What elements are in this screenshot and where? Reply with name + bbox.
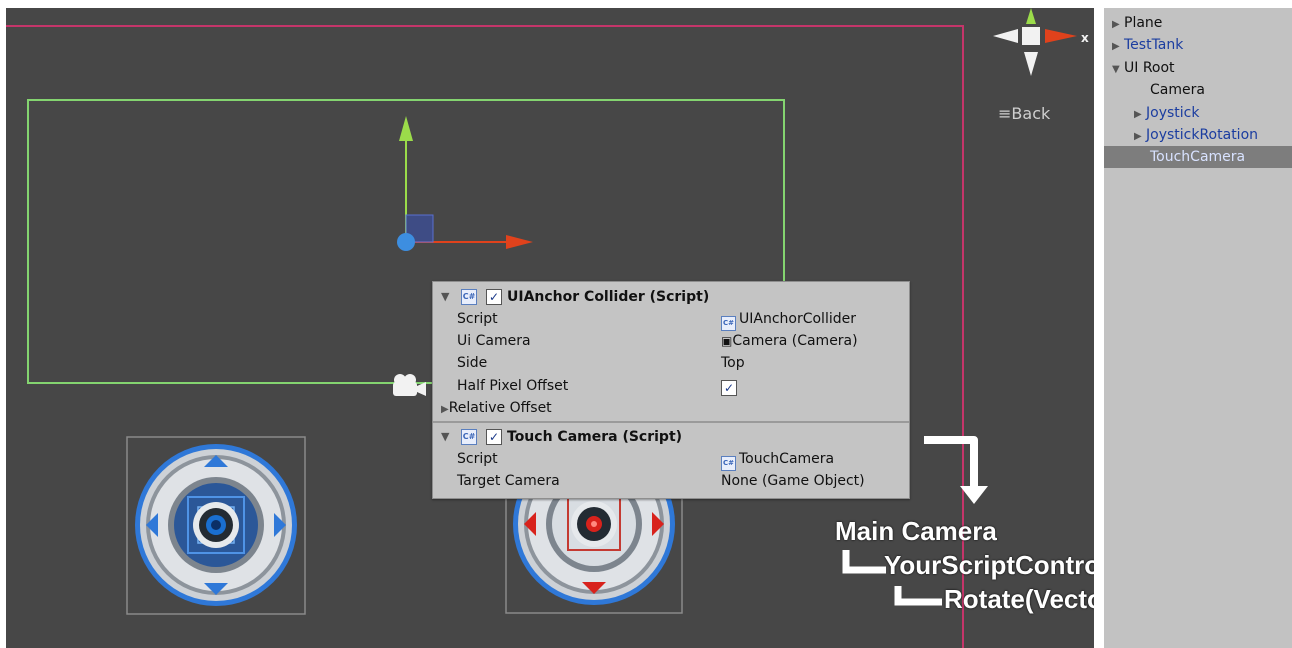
hierarchy-item-joystick[interactable]: ▶ Joystick xyxy=(1104,102,1292,124)
annotation-rotate-method: Rotate(Vector2 delta) xyxy=(944,584,1094,614)
pivot-point[interactable] xyxy=(397,233,415,251)
hierarchy-item-ui-root[interactable]: ▼ UI Root xyxy=(1104,57,1292,79)
menu-lines-icon: ≡ xyxy=(998,104,1012,123)
hierarchy-label: UI Root xyxy=(1124,60,1175,76)
csharp-script-icon: C# xyxy=(461,429,477,445)
hierarchy-item-testtank[interactable]: ▶ TestTank xyxy=(1104,34,1292,56)
prop-label-target-camera: Target Camera xyxy=(457,473,560,489)
scene-gizmo-icon[interactable]: x xyxy=(993,8,1089,76)
component-title: Touch Camera (Script) xyxy=(507,429,683,445)
prop-label-script: Script xyxy=(457,451,498,467)
component-title: UIAnchor Collider (Script) xyxy=(507,289,710,305)
component-divider xyxy=(433,421,909,423)
camera-icon[interactable] xyxy=(393,374,426,396)
expand-arrow-icon[interactable]: ▶ xyxy=(1112,14,1124,36)
prop-label-half-pixel-offset: Half Pixel Offset xyxy=(457,378,569,394)
prop-value-script[interactable]: C# TouchCamera xyxy=(721,448,835,471)
joystick-blue[interactable] xyxy=(135,444,297,606)
prop-value-ui-camera[interactable]: ▣Camera (Camera) xyxy=(721,330,858,352)
hierarchy-label: Camera xyxy=(1150,82,1205,98)
prop-label-ui-camera: Ui Camera xyxy=(457,333,531,349)
hierarchy-item-plane[interactable]: ▶ Plane xyxy=(1104,12,1292,34)
csharp-script-icon: C# xyxy=(721,456,736,471)
expand-arrow-icon[interactable]: ▶ xyxy=(1134,126,1146,148)
script-name: TouchCamera xyxy=(739,451,835,467)
expand-arrow-icon[interactable]: ▶ xyxy=(1112,36,1124,58)
script-name: UIAnchorCollider xyxy=(739,311,856,327)
prop-value-side[interactable]: Top xyxy=(721,352,745,374)
hierarchy-label: TouchCamera xyxy=(1150,149,1246,165)
fold-arrow-icon[interactable]: ▶ xyxy=(441,404,449,415)
hierarchy-label: Plane xyxy=(1124,15,1163,31)
annotation-script-controller: YourScriptController xyxy=(884,550,1094,580)
expand-arrow-icon[interactable]: ▶ xyxy=(1134,104,1146,126)
fold-arrow-icon[interactable]: ▼ xyxy=(441,426,449,448)
csharp-script-icon: C# xyxy=(721,316,736,331)
hierarchy-panel[interactable]: ▶ Plane ▶ TestTank ▼ UI Root Camera ▶ Joysti… xyxy=(1104,8,1292,648)
annotation-main-camera: Main Camera xyxy=(835,516,997,546)
prop-label-side: Side xyxy=(457,355,488,371)
hierarchy-item-camera[interactable]: Camera xyxy=(1104,79,1292,101)
collapse-arrow-icon[interactable]: ▼ xyxy=(1112,59,1124,81)
prop-value-target-camera[interactable]: None (Game Object) xyxy=(721,470,865,492)
back-button[interactable]: ≡Back xyxy=(998,104,1050,123)
enabled-checkbox[interactable]: ✓ xyxy=(486,429,502,445)
csharp-script-icon: C# xyxy=(461,289,477,305)
component-header-touch-camera[interactable]: ▼ C# ✓ Touch Camera (Script) xyxy=(433,426,909,448)
back-label: Back xyxy=(1011,104,1051,123)
prop-label-script: Script xyxy=(457,311,498,327)
hierarchy-label: Joystick xyxy=(1146,105,1200,121)
camera-icon: ▣ xyxy=(721,334,733,348)
gizmo-axis-label: x xyxy=(1081,31,1089,45)
enabled-checkbox[interactable]: ✓ xyxy=(486,289,502,305)
hierarchy-item-joystick-rotation[interactable]: ▶ JoystickRotation xyxy=(1104,124,1292,146)
checkbox-icon[interactable]: ✓ xyxy=(721,380,737,396)
prop-value-script[interactable]: C# UIAnchorCollider xyxy=(721,308,856,331)
fold-arrow-icon[interactable]: ▼ xyxy=(441,286,449,308)
hierarchy-label: TestTank xyxy=(1124,37,1184,53)
component-header-uianchor[interactable]: ▼ C# ✓ UIAnchor Collider (Script) xyxy=(433,286,909,308)
hierarchy-item-touchcamera[interactable]: TouchCamera xyxy=(1104,146,1292,168)
relative-offset-label: Relative Offset xyxy=(448,400,552,416)
y-axis-arrow[interactable] xyxy=(399,116,413,141)
hierarchy-label: JoystickRotation xyxy=(1146,127,1259,143)
inspector-panel[interactable]: ▼ C# ✓ UIAnchor Collider (Script) Script… xyxy=(432,281,910,499)
half-pixel-offset-checkbox[interactable]: ✓ xyxy=(721,375,737,397)
move-gizmo[interactable] xyxy=(397,116,533,251)
prop-label-relative-offset[interactable]: ▶Relative Offset xyxy=(441,397,552,419)
x-axis-arrow[interactable] xyxy=(506,235,533,249)
ui-camera-name: Camera (Camera) xyxy=(732,333,858,349)
